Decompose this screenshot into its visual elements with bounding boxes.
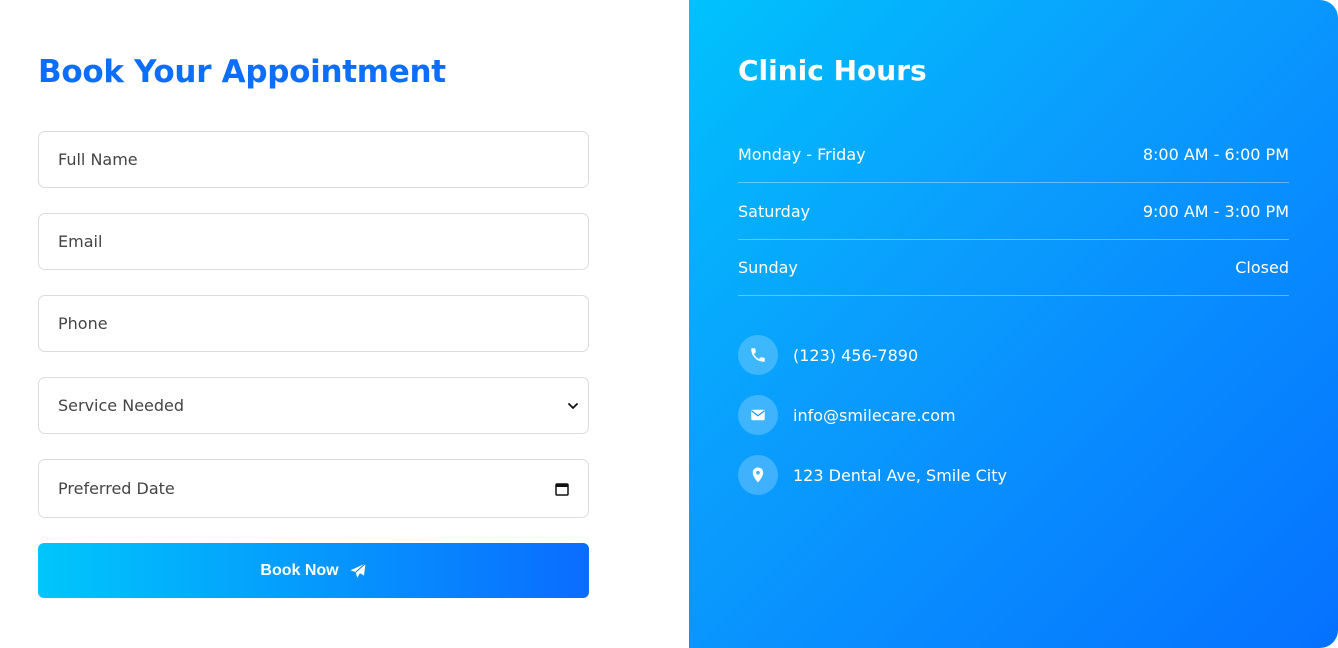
contact-phone[interactable]: (123) 456-7890 — [738, 335, 918, 375]
location-pin-icon — [738, 455, 778, 495]
booking-title: Book Your Appointment — [38, 54, 446, 90]
hours-day: Saturday — [738, 201, 811, 221]
hours-time: 8:00 AM - 6:00 PM — [1142, 144, 1289, 164]
service-selected-value: Service Needed — [58, 396, 185, 415]
contact-email[interactable]: info@smilecare.com — [738, 395, 956, 435]
calendar-icon[interactable] — [554, 481, 570, 497]
hours-row-sunday: Sunday Closed — [738, 239, 1289, 296]
contact-address[interactable]: 123 Dental Ave, Smile City — [738, 455, 1007, 495]
contact-email-text: info@smilecare.com — [793, 405, 956, 425]
phone-placeholder: Phone — [58, 314, 108, 333]
hours-time: Closed — [1235, 257, 1289, 277]
email-placeholder: Email — [58, 232, 103, 251]
full-name-placeholder: Full Name — [58, 150, 138, 169]
full-name-input[interactable]: Full Name — [38, 131, 589, 188]
preferred-date-input[interactable]: Preferred Date — [38, 459, 589, 518]
phone-icon — [738, 335, 778, 375]
hours-row-weekdays: Monday - Friday 8:00 AM - 6:00 PM — [738, 126, 1289, 183]
hours-row-saturday: Saturday 9:00 AM - 3:00 PM — [738, 183, 1289, 240]
book-now-label: Book Now — [260, 561, 339, 579]
date-placeholder: Preferred Date — [58, 479, 175, 498]
hours-day: Sunday — [738, 257, 798, 277]
clinic-hours-panel: Clinic Hours Monday - Friday 8:00 AM - 6… — [689, 0, 1338, 648]
paper-plane-icon — [350, 562, 366, 578]
contact-address-text: 123 Dental Ave, Smile City — [793, 465, 1007, 485]
hours-time: 9:00 AM - 3:00 PM — [1142, 201, 1289, 221]
booking-form-panel: Book Your Appointment Full Name Email Ph… — [0, 0, 689, 648]
email-input[interactable]: Email — [38, 213, 589, 270]
envelope-icon — [738, 395, 778, 435]
hours-day: Monday - Friday — [738, 144, 866, 164]
chevron-down-icon — [568, 402, 578, 409]
clinic-hours-title: Clinic Hours — [738, 54, 927, 87]
book-now-button[interactable]: Book Now — [38, 543, 589, 598]
phone-input[interactable]: Phone — [38, 295, 589, 352]
contact-phone-text: (123) 456-7890 — [793, 345, 919, 365]
service-select[interactable]: Service Needed — [38, 377, 589, 434]
